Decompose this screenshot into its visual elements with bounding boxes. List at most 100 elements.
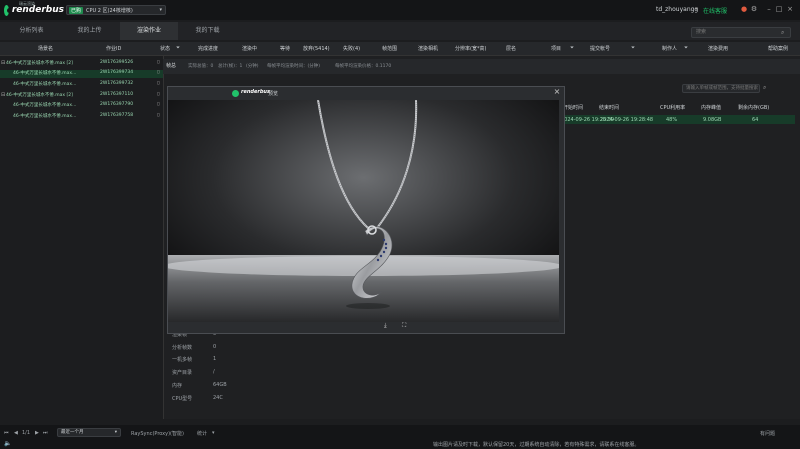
label-cpu: CPU型号 bbox=[172, 396, 193, 402]
filter-icon[interactable]: ⏷ bbox=[176, 45, 180, 51]
col-mem-left: 剩余内存(GB) bbox=[738, 105, 770, 111]
chevron-down-icon[interactable]: ▾ bbox=[212, 430, 215, 436]
preview-title: 预览 bbox=[268, 91, 279, 97]
value-cpu: 24C bbox=[213, 395, 223, 401]
col-start-time: 开始时间 bbox=[563, 105, 584, 111]
tab-render-jobs[interactable]: 渲染作业 bbox=[120, 22, 178, 40]
frame-mem-left: 64 bbox=[752, 117, 759, 123]
frame-end: 2024-09-26 19:28:48 bbox=[600, 117, 654, 123]
filter-icon[interactable]: ⏷ bbox=[570, 45, 574, 51]
search-icon[interactable]: ⌕ bbox=[763, 84, 766, 92]
minimize-icon[interactable]: – bbox=[765, 5, 773, 13]
page-indicator: 1/1 bbox=[22, 430, 31, 436]
next-page-icon[interactable]: ▶ bbox=[35, 430, 39, 436]
settings-icon[interactable]: ⚙ bbox=[750, 5, 758, 13]
col-camera[interactable]: 渲染相机 bbox=[418, 45, 438, 52]
label-memory: 内存 bbox=[172, 383, 183, 389]
close-icon[interactable]: × bbox=[552, 87, 562, 97]
table-row[interactable]: 46-中式万里长城水不倦.max... 2W176399734 ▯ bbox=[0, 70, 163, 78]
col-job-id[interactable]: 作业ID bbox=[106, 45, 121, 52]
preview-titlebar: renderbus 预览 bbox=[168, 87, 564, 99]
col-cpu: CPU利用率 bbox=[660, 105, 686, 111]
collapse-icon[interactable]: ⊟ bbox=[1, 60, 5, 66]
col-producer[interactable]: 制作人 bbox=[662, 45, 677, 52]
col-mem-peak: 内存峰值 bbox=[701, 105, 722, 111]
info-total: 实际总值：0 bbox=[188, 64, 214, 69]
doc-icon[interactable]: ▯ bbox=[157, 60, 159, 65]
collapse-icon[interactable]: ⊟ bbox=[1, 92, 5, 98]
col-resolution[interactable]: 分辨率(宽*高) bbox=[455, 45, 486, 52]
info-minutes: (分钟) bbox=[246, 64, 259, 69]
col-status[interactable]: 状态 bbox=[160, 45, 170, 52]
frame-search-input[interactable]: 请输入单帧或帧范围，支持批量搜索 bbox=[682, 84, 760, 93]
label-analysis-frames: 分析帧数 bbox=[172, 345, 193, 351]
value-analysis-frames: 0 bbox=[213, 344, 217, 350]
table-row[interactable]: ⊟ 46-中式万里长城水不倦.max [2] 2W176399526 ▯ bbox=[0, 60, 163, 68]
prev-page-icon[interactable]: ◀ bbox=[14, 430, 18, 436]
username[interactable]: td_zhouyangg bbox=[656, 6, 698, 13]
table-row[interactable]: ⊟ 46-中式万里长城水不倦.max [2] 2W176397110 ▯ bbox=[0, 92, 163, 100]
fullscreen-icon[interactable]: ⛶ bbox=[402, 322, 406, 330]
col-waiting[interactable]: 等待 bbox=[280, 45, 290, 52]
search-icon[interactable]: ⌕ bbox=[781, 29, 784, 37]
col-abandon[interactable]: 放弃(5414) bbox=[303, 45, 330, 52]
doc-icon[interactable]: ▯ bbox=[157, 92, 159, 97]
col-help[interactable]: 帮助案例 bbox=[768, 45, 788, 52]
plan-selector[interactable]: 已购 CPU 2 区(24核增核) ▾ bbox=[66, 5, 166, 15]
info-frames: 总计(帧)：1 bbox=[218, 64, 243, 69]
col-account[interactable]: 提交帐号 bbox=[590, 45, 610, 52]
first-page-icon[interactable]: ⏮ bbox=[4, 430, 9, 436]
col-frame-range[interactable]: 帧范围 bbox=[382, 45, 397, 52]
close-icon[interactable]: × bbox=[786, 5, 794, 13]
search-input[interactable]: 搜索 bbox=[691, 27, 791, 38]
col-layer[interactable]: 层名 bbox=[506, 45, 516, 52]
table-row[interactable]: 46-中式万里长城水不倦.max... 2W176397758 ▯ bbox=[0, 113, 163, 121]
tab-frames[interactable]: 帧总 bbox=[166, 62, 176, 69]
preview-image bbox=[168, 100, 559, 322]
label-asset-dir: 资产目录 bbox=[172, 370, 193, 376]
col-scene[interactable]: 场景名 bbox=[38, 45, 53, 52]
logo-mark-icon bbox=[4, 4, 12, 16]
online-service-link[interactable]: 在线客服 bbox=[703, 6, 727, 15]
chevron-down-icon: ▾ bbox=[159, 7, 162, 13]
filter-icon[interactable]: ⏷ bbox=[684, 45, 688, 51]
tab-downloads[interactable]: 我的下载 bbox=[180, 22, 235, 40]
plan-tag: 已购 bbox=[69, 6, 84, 14]
doc-icon[interactable]: ▯ bbox=[157, 81, 159, 86]
filter-icon[interactable]: ⏷ bbox=[631, 45, 635, 51]
value-multi-frame: 1 bbox=[213, 356, 217, 362]
value-memory: 64GB bbox=[213, 382, 227, 388]
col-end-time: 结束时间 bbox=[599, 105, 620, 111]
tab-uploads[interactable]: 我的上传 bbox=[62, 22, 117, 40]
logo: renderbus 瑞云渲染 bbox=[4, 1, 64, 17]
col-progress[interactable]: 完成进度 bbox=[198, 45, 218, 52]
doc-icon[interactable]: ▯ bbox=[157, 113, 159, 118]
col-project[interactable]: 项目 bbox=[551, 45, 561, 52]
download-icon[interactable]: ⤓ bbox=[384, 322, 387, 330]
time-range-select[interactable]: 最近一个月 ▾ bbox=[57, 428, 121, 437]
chevron-down-icon[interactable]: ▾ bbox=[695, 6, 698, 12]
doc-icon[interactable]: ▯ bbox=[157, 102, 159, 107]
col-cost[interactable]: 渲染费用 bbox=[708, 45, 728, 52]
table-row[interactable]: 46-中式万里长城水不倦.max... 2W176397790 ▯ bbox=[0, 102, 163, 110]
col-rendering[interactable]: 渲染中 bbox=[242, 45, 257, 52]
bottom-notice: 输出图片请及时下载，默认保留20天，过期系统自动清除，若有特殊需求，请联系在线客… bbox=[433, 442, 640, 448]
info-avg-time: 每帧平均渲染时间：(分钟) bbox=[267, 64, 321, 69]
stats-select[interactable]: 统计 bbox=[197, 430, 207, 437]
last-page-icon[interactable]: ⏭ bbox=[43, 430, 48, 436]
tab-analysis[interactable]: 分析列表 bbox=[4, 22, 59, 40]
maximize-icon[interactable]: □ bbox=[775, 5, 783, 13]
value-asset-dir: / bbox=[213, 369, 215, 375]
label-multi-frame: 一机多帧 bbox=[172, 357, 193, 363]
preview-logo: renderbus bbox=[241, 89, 270, 95]
table-row[interactable]: 46-中式万里长城水不倦.max... 2W176399732 ▯ bbox=[0, 81, 163, 89]
speaker-icon[interactable]: 🔈 bbox=[4, 440, 11, 447]
col-failed[interactable]: 失败(4) bbox=[343, 45, 360, 52]
raysync-status[interactable]: RaySync(Proxy)(智能) bbox=[131, 430, 184, 437]
help-link[interactable]: 有问题 bbox=[760, 430, 775, 437]
chevron-down-icon: ▾ bbox=[114, 430, 117, 435]
doc-icon[interactable]: ▯ bbox=[157, 70, 159, 75]
logo-mark-icon bbox=[232, 90, 239, 97]
frame-cpu: 48% bbox=[666, 117, 678, 123]
bell-icon[interactable]: ● bbox=[740, 5, 748, 13]
